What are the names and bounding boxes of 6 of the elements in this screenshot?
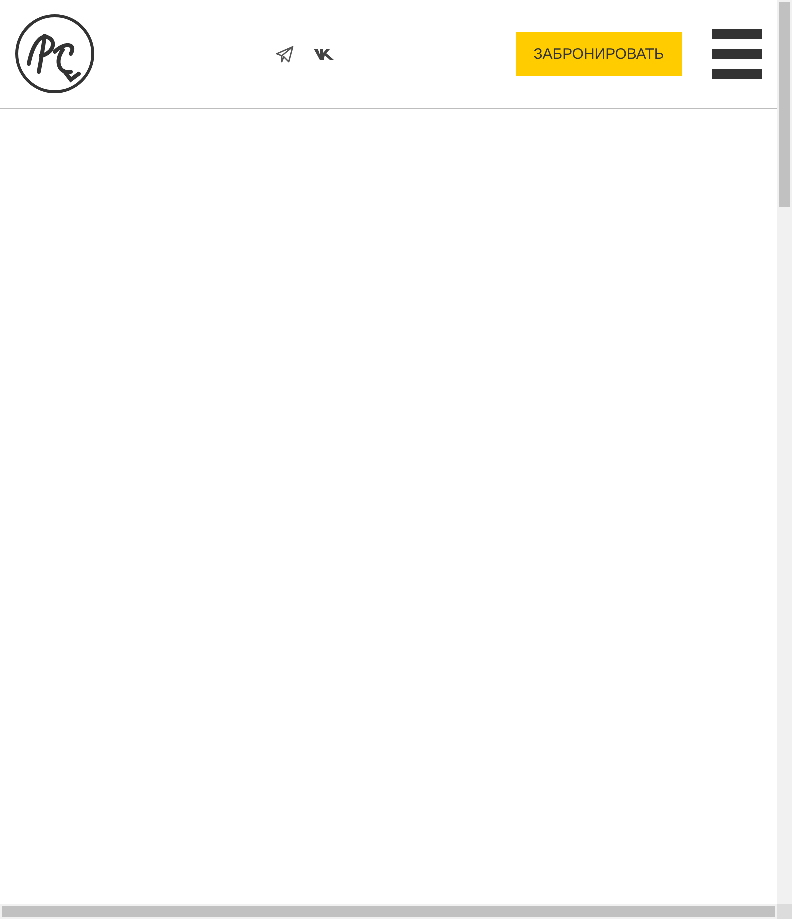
scrollbar-corner bbox=[777, 904, 792, 919]
paper-plane-icon[interactable] bbox=[276, 46, 294, 62]
menu-icon[interactable] bbox=[712, 29, 762, 79]
vk-icon[interactable] bbox=[314, 48, 334, 60]
book-button[interactable]: ЗАБРОНИРОВАТЬ bbox=[516, 32, 682, 76]
logo-drawing[interactable] bbox=[15, 14, 95, 94]
